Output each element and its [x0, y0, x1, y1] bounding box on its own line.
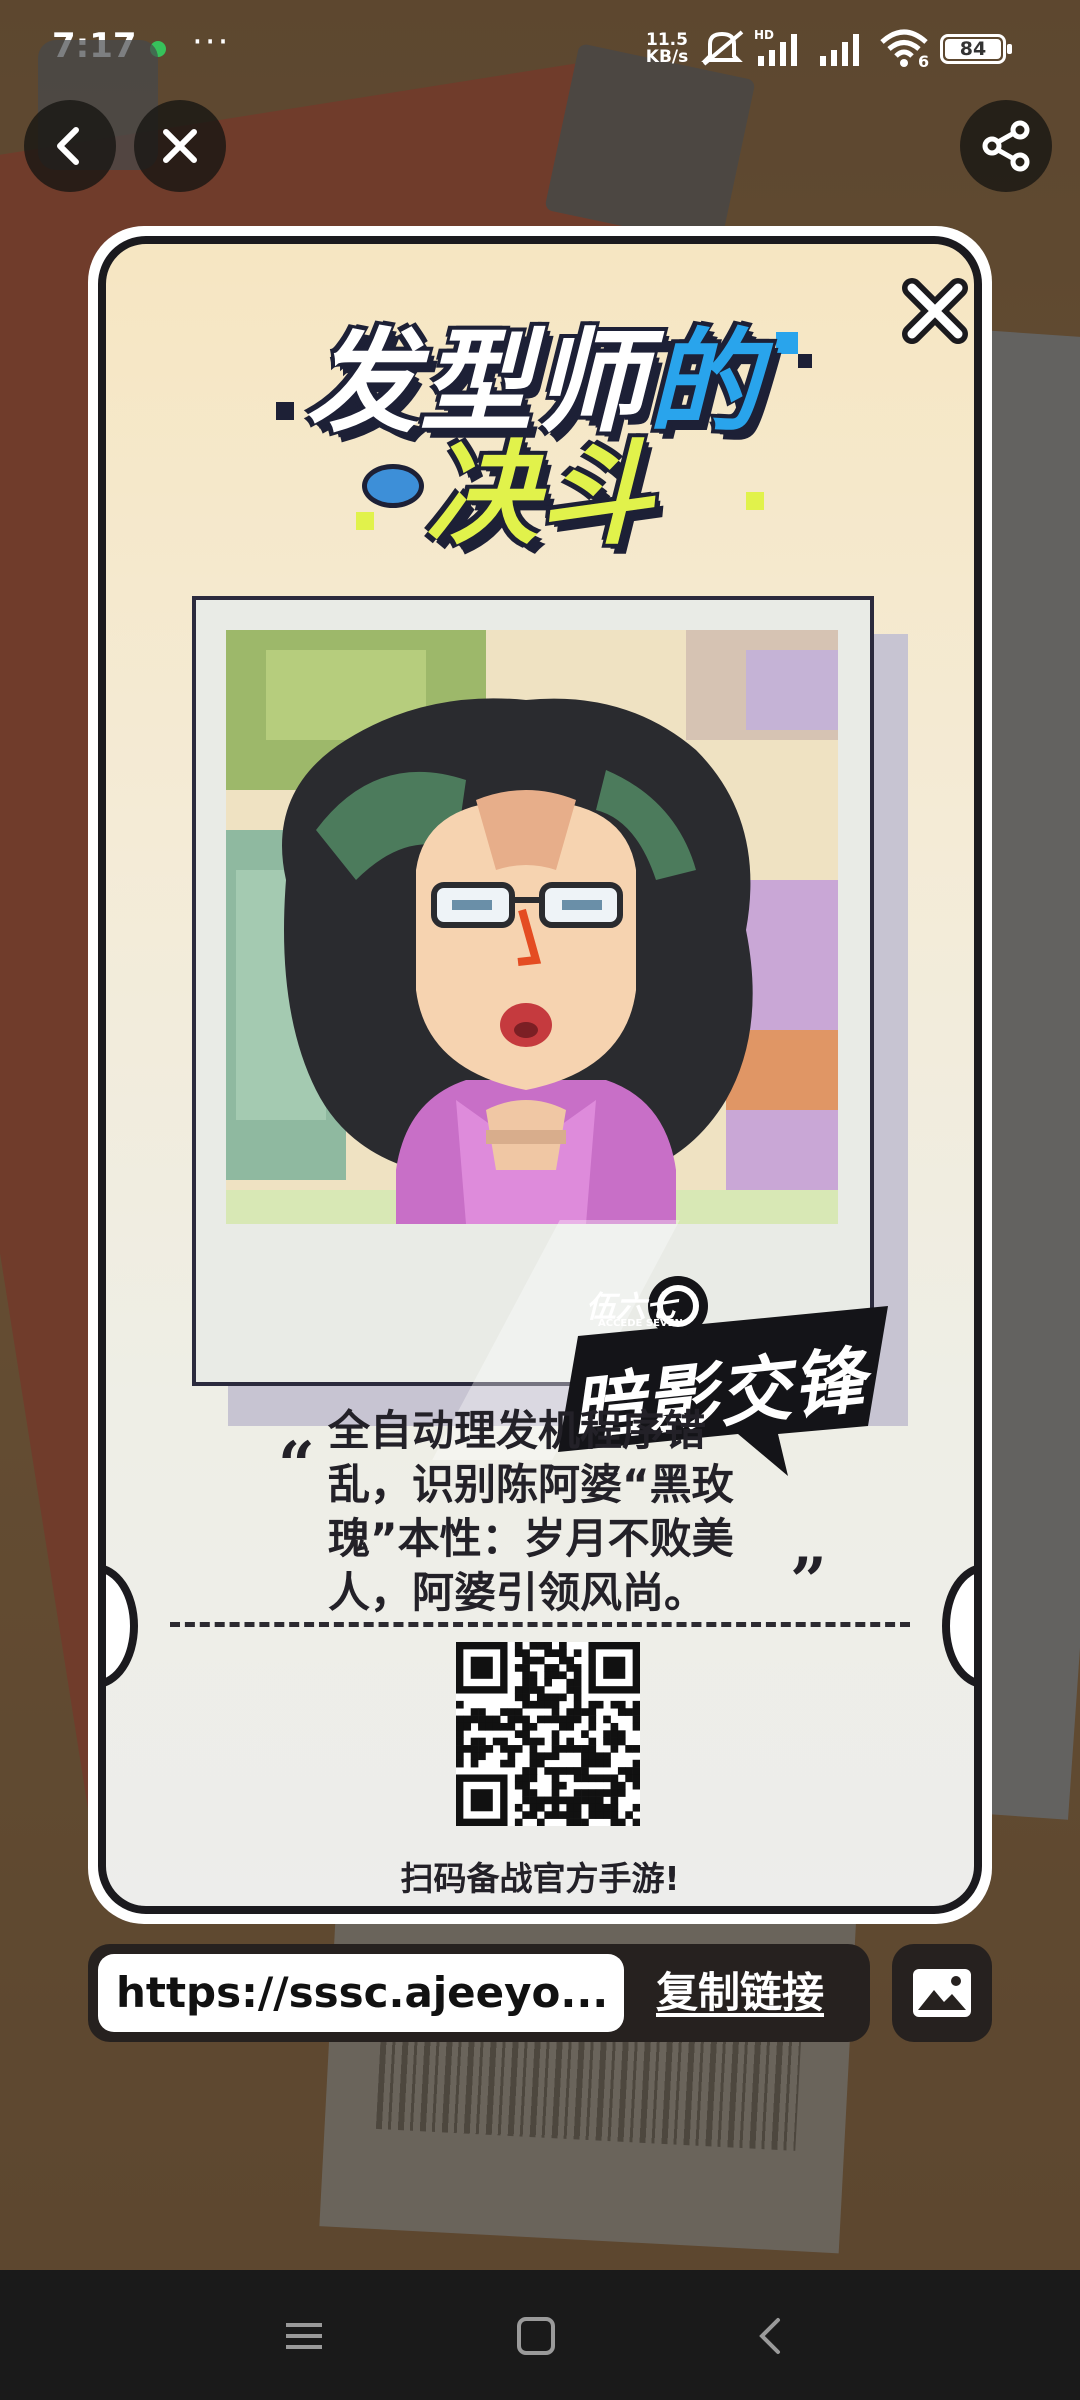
character-quote: 全自动理发机程序错乱，识别陈阿婆“黑玫瑰”本性：岁月不败美人，阿婆引领风尚。 — [328, 1406, 734, 1617]
system-back-button[interactable] — [740, 2308, 800, 2364]
brand-subtitle: ACCEDE SEVEN — [598, 1318, 683, 1329]
quote-open-mark: “ — [278, 1428, 315, 1503]
game-logo: 发型师的 决斗 — [276, 292, 816, 560]
signal-1-icon — [758, 34, 797, 66]
back-triangle-icon — [759, 2318, 780, 2354]
mute-icon — [701, 30, 744, 66]
more-notifications-icon: ··· — [192, 22, 231, 62]
share-icon — [982, 120, 1030, 172]
qr-code-icon — [456, 1642, 641, 1827]
share-card-body: 发型师的 决斗 伍六七 ACCEDE SEVEN 暗影交锋 “ 全自动理发机程序… — [98, 236, 982, 1914]
status-bar: 7:17 ··· 11.5 KB/s HD 6 84 — [0, 0, 1080, 96]
back-button[interactable] — [24, 100, 116, 192]
close-page-button[interactable] — [134, 100, 226, 192]
character-portrait — [226, 630, 838, 1224]
qr-code[interactable] — [456, 1642, 641, 1827]
qr-caption: 扫码备战官方手游! — [400, 1859, 680, 1898]
link-bar: https://sssc.ajeeyo... 复制链接 — [88, 1944, 870, 2042]
chevron-left-icon — [57, 127, 79, 165]
logo-line-2: 决斗 — [426, 430, 654, 560]
signal-2-icon — [820, 34, 859, 66]
share-button[interactable] — [960, 100, 1052, 192]
close-icon — [163, 129, 197, 163]
share-card: 发型师的 决斗 伍六七 ACCEDE SEVEN 暗影交锋 “ 全自动理发机程序… — [88, 226, 992, 1924]
square-icon — [517, 2317, 555, 2355]
wifi-label: 6 — [918, 52, 930, 71]
battery-icon: 84 — [940, 34, 1012, 64]
save-image-button[interactable] — [892, 1944, 992, 2042]
card-close-button[interactable] — [898, 274, 972, 348]
image-icon — [913, 1969, 971, 2017]
system-nav-bar — [0, 2270, 1080, 2400]
copy-link-button[interactable]: 复制链接 — [656, 1944, 824, 2042]
quote-close-mark: ” — [790, 1544, 827, 1619]
menu-icon — [286, 2323, 322, 2349]
ticket-divider — [170, 1622, 910, 1627]
close-icon — [902, 278, 968, 344]
coin-icon — [362, 464, 424, 508]
network-speed: 11.5 KB/s — [645, 30, 689, 67]
ticket-notch-right — [942, 1564, 974, 1688]
share-url-field[interactable]: https://sssc.ajeeyo... — [98, 1954, 624, 2032]
home-button[interactable] — [506, 2308, 566, 2364]
ticket-notch-left — [106, 1564, 138, 1688]
recent-apps-button[interactable] — [274, 2308, 334, 2364]
